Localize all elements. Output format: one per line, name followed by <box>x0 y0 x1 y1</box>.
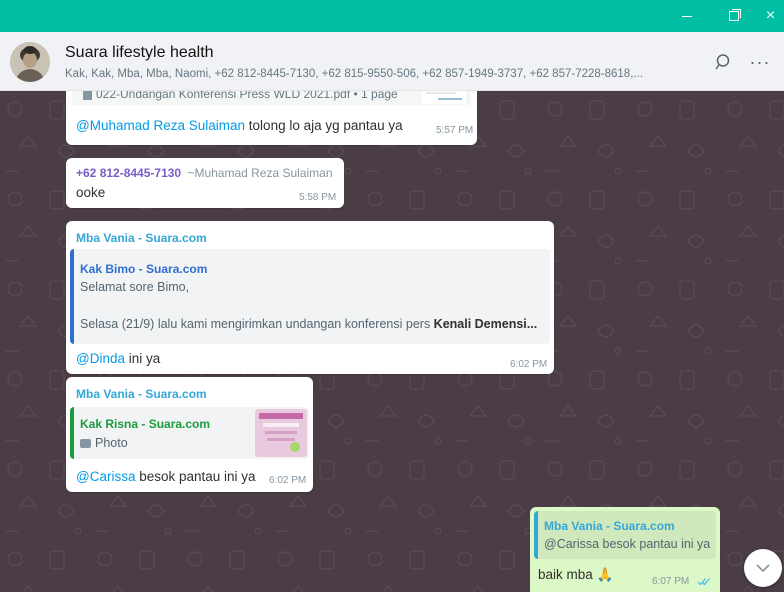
message-text: @Dinda ini ya <box>76 351 161 366</box>
sender-label: +62 812-8445-7130 ~Muhamad Reza Sulaiman <box>76 166 333 180</box>
message-bubble[interactable]: Mba Vania - Suara.com Kak Bimo - Suara.c… <box>66 221 554 374</box>
window-title-bar: × <box>0 0 784 32</box>
maximize-icon <box>729 9 741 21</box>
attachment-name: 022-Undangan Konferensi Press WLD 2021.p… <box>96 91 398 101</box>
quoted-message[interactable]: Kak Bimo - Suara.com Selamat sore Bimo, … <box>70 249 550 344</box>
close-icon: × <box>765 7 776 24</box>
minimize-icon <box>682 15 692 17</box>
quoted-message[interactable]: Mba Vania - Suara.com @Carissa besok pan… <box>534 511 716 559</box>
quote-bar <box>70 249 74 344</box>
camera-icon <box>80 439 91 448</box>
minimize-button[interactable] <box>664 0 710 32</box>
maximize-button[interactable] <box>711 0 757 32</box>
quote-bar <box>534 511 538 559</box>
message-time: 5:57 PM <box>436 125 474 136</box>
close-button[interactable]: × <box>757 0 784 32</box>
document-attachment[interactable]: 022-Undangan Konferensi Press WLD 2021.p… <box>72 91 471 105</box>
read-receipt-icon <box>697 578 710 586</box>
sender-name[interactable]: Mba Vania - Suara.com <box>76 231 207 245</box>
mention-link[interactable]: @Muhamad Reza Sulaiman <box>76 118 245 133</box>
photo-thumbnail[interactable] <box>255 409 307 457</box>
message-bubble[interactable]: Mba Vania - Suara.com Kak Risna - Suara.… <box>66 377 313 492</box>
message-time: 6:07 PM <box>652 576 690 587</box>
quote-text-line: Photo <box>80 436 128 450</box>
sender-name[interactable]: Mba Vania - Suara.com <box>76 387 207 401</box>
message-time: 6:02 PM <box>510 359 548 370</box>
chat-area[interactable]: 022-Undangan Konferensi Press WLD 2021.p… <box>0 91 784 592</box>
document-thumbnail-icon <box>422 91 466 104</box>
outgoing-message-bubble[interactable]: Mba Vania - Suara.com @Carissa besok pan… <box>530 507 720 592</box>
message-time: 6:02 PM <box>269 475 307 486</box>
message-bubble[interactable]: 022-Undangan Konferensi Press WLD 2021.p… <box>66 91 477 145</box>
chevron-down-icon <box>756 563 770 572</box>
group-avatar[interactable] <box>10 42 50 82</box>
more-icon: ··· <box>749 52 771 72</box>
message-text: @Muhamad Reza Sulaiman tolong lo aja yg … <box>76 118 403 133</box>
avatar-portrait-icon <box>10 42 50 82</box>
quote-sender: Mba Vania - Suara.com <box>544 519 675 533</box>
menu-button[interactable]: ··· <box>748 50 772 74</box>
message-text: ooke <box>76 185 106 200</box>
quote-sender: Kak Risna - Suara.com <box>80 417 211 431</box>
search-icon <box>715 54 730 70</box>
scroll-to-bottom-button[interactable] <box>744 549 782 587</box>
participants-list[interactable]: Kak, Kak, Mba, Mba, Naomi, +62 812-8445-… <box>65 68 685 80</box>
quote-text-line: Selamat sore Bimo, <box>80 280 190 294</box>
message-text: baik mba 🙏 <box>538 567 614 582</box>
quote-text-line: Selasa (21/9) lalu kami mengirimkan unda… <box>80 317 538 331</box>
group-name[interactable]: Suara lifestyle health <box>65 44 214 62</box>
quoted-message[interactable]: Kak Risna - Suara.com Photo <box>70 407 309 459</box>
quote-sender: Kak Bimo - Suara.com <box>80 262 208 276</box>
chat-header: Suara lifestyle health Kak, Kak, Mba, Mb… <box>0 32 784 91</box>
message-text: @Carissa besok pantau ini ya <box>76 469 256 484</box>
message-bubble[interactable]: +62 812-8445-7130 ~Muhamad Reza Sulaiman… <box>66 158 344 208</box>
document-icon <box>83 91 92 100</box>
quote-bar <box>70 407 74 459</box>
mention-link[interactable]: @Carissa <box>76 469 135 484</box>
sender-name: ~Muhamad Reza Sulaiman <box>187 166 333 180</box>
search-button[interactable] <box>712 50 736 74</box>
mention-link[interactable]: @Dinda <box>76 351 125 366</box>
quote-text-line: @Carissa besok pantau ini ya <box>544 537 711 551</box>
sender-phone[interactable]: +62 812-8445-7130 <box>76 166 181 180</box>
message-time: 5:58 PM <box>299 192 337 203</box>
